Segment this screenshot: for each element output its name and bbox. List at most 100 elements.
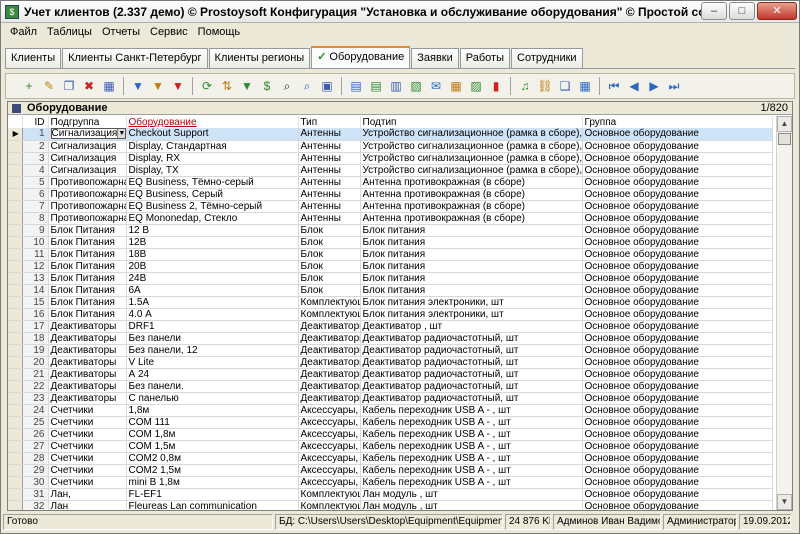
cell-equipment[interactable]: EQ Business, Серый bbox=[126, 188, 299, 201]
cell-id[interactable]: 32 bbox=[22, 500, 49, 510]
row-indicator[interactable] bbox=[8, 272, 23, 285]
copy-icon[interactable]: ❐ bbox=[60, 77, 78, 95]
cell-subgroup[interactable]: Счетчики bbox=[48, 440, 127, 453]
row-indicator[interactable] bbox=[8, 500, 23, 510]
cell-subtype[interactable]: Кабель переходник USB A - , шт bbox=[360, 452, 583, 465]
cell-id[interactable]: 21 bbox=[22, 368, 49, 381]
cell-subtype[interactable]: Кабель переходник USB A - , шт bbox=[360, 416, 583, 429]
refresh-icon[interactable]: ⟳ bbox=[198, 77, 216, 95]
cell-group[interactable]: Основное оборудование bbox=[582, 404, 773, 417]
cell-type[interactable]: Блок bbox=[298, 248, 361, 261]
row-indicator[interactable] bbox=[8, 452, 23, 465]
cell-type[interactable]: Антенны bbox=[298, 140, 361, 153]
cell-group[interactable]: Основное оборудование bbox=[582, 152, 773, 165]
cell-id[interactable]: 7 bbox=[22, 200, 49, 213]
cell-type[interactable]: Комплектующ bbox=[298, 296, 361, 309]
chevron-down-icon[interactable]: ▼ bbox=[117, 129, 125, 139]
row-indicator[interactable] bbox=[8, 188, 23, 201]
find-icon[interactable]: ⌕ bbox=[278, 77, 296, 95]
cell-subgroup[interactable]: Счетчики bbox=[48, 464, 127, 477]
row-indicator[interactable] bbox=[8, 224, 23, 237]
prev-record-icon[interactable]: ◀ bbox=[625, 77, 643, 95]
filter-icon[interactable]: ▼ bbox=[129, 77, 147, 95]
cell-group[interactable]: Основное оборудование bbox=[582, 236, 773, 249]
cell-group[interactable]: Основное оборудование bbox=[582, 188, 773, 201]
scroll-thumb[interactable] bbox=[778, 133, 791, 145]
cell-equipment[interactable]: Display, Стандартная bbox=[126, 140, 299, 153]
sort-filter-icon[interactable]: ▼ bbox=[238, 77, 256, 95]
cell-id[interactable]: 3 bbox=[22, 152, 49, 165]
row-indicator[interactable] bbox=[8, 416, 23, 429]
table-row[interactable]: 31 Лан, FL-EF1 Комплектующ Лан модуль , шт Ос… bbox=[8, 488, 773, 501]
delete-icon[interactable]: ✖ bbox=[80, 77, 98, 95]
table-row[interactable]: 11 Блок Питания 18В Блок Блок питания Основно… bbox=[8, 248, 773, 261]
dollar-icon[interactable]: $ bbox=[258, 77, 276, 95]
cell-type[interactable]: Деактиваторы bbox=[298, 380, 361, 393]
row-indicator[interactable] bbox=[8, 392, 23, 405]
cell-group[interactable]: Основное оборудование bbox=[582, 164, 773, 177]
cell-type[interactable]: Аксессуары, bbox=[298, 416, 361, 429]
cell-type[interactable]: Блок bbox=[298, 224, 361, 237]
row-indicator[interactable] bbox=[8, 368, 23, 381]
row-indicator[interactable] bbox=[8, 404, 23, 417]
cell-id[interactable]: 1 bbox=[22, 128, 49, 141]
cell-id[interactable]: 26 bbox=[22, 428, 49, 441]
row-indicator[interactable] bbox=[8, 212, 23, 225]
cell-id[interactable]: 29 bbox=[22, 464, 49, 477]
table-row[interactable]: 27 Счетчики COM 1,5м Аксессуары, Кабель пере… bbox=[8, 440, 773, 453]
chart-icon[interactable]: ▮ bbox=[487, 77, 505, 95]
cell-id[interactable]: 25 bbox=[22, 416, 49, 429]
row-indicator[interactable] bbox=[8, 308, 23, 321]
cell-group[interactable]: Основное оборудование bbox=[582, 428, 773, 441]
link-icon[interactable]: ⛓ bbox=[536, 77, 554, 95]
preview-icon[interactable]: ▣ bbox=[318, 77, 336, 95]
cell-subgroup[interactable]: Блок Питания bbox=[48, 248, 127, 261]
table-row[interactable]: 6ПротивопожарнаяEQ Business, СерыйАнтенн… bbox=[8, 188, 773, 201]
cell-type[interactable]: Комплектующ bbox=[298, 488, 361, 501]
cell-equipment[interactable]: EQ Business 2, Тёмно-серый bbox=[126, 200, 299, 213]
cell-equipment[interactable]: COM 1,5м bbox=[126, 440, 299, 453]
tab-clients[interactable]: Клиенты bbox=[5, 48, 62, 68]
cell-subtype[interactable]: Деактиватор радиочастотный, шт bbox=[360, 380, 583, 393]
cell-subgroup[interactable]: Блок Питания bbox=[48, 272, 127, 285]
cell-subgroup[interactable]: Деактиваторы bbox=[48, 356, 127, 369]
row-indicator[interactable] bbox=[8, 380, 23, 393]
cell-type[interactable]: Антенны bbox=[298, 152, 361, 165]
cell-subtype[interactable]: Деактиватор радиочастотный, шт bbox=[360, 344, 583, 357]
cell-subtype[interactable]: Антенна противокражная (в сборе) bbox=[360, 188, 583, 201]
cell-subgroup[interactable]: Деактиваторы bbox=[48, 368, 127, 381]
table-row[interactable]: 15 Блок Питания 1.5А Комплектующ Блок питани… bbox=[8, 296, 773, 309]
cell-type[interactable]: Комплектующ bbox=[298, 308, 361, 321]
row-indicator[interactable] bbox=[8, 152, 23, 165]
close-button[interactable]: ✕ bbox=[757, 2, 797, 20]
table-row[interactable]: 22 Деактиваторы Без панели. Деактиваторы Деа… bbox=[8, 380, 773, 393]
table-row[interactable]: 19 Деактиваторы Без панели, 12 Деактиваторы… bbox=[8, 344, 773, 357]
cell-subgroup[interactable]: Счетчики bbox=[48, 416, 127, 429]
cell-subtype[interactable]: Блок питания электроники, шт bbox=[360, 308, 583, 321]
cell-type[interactable]: Аксессуары, bbox=[298, 440, 361, 453]
cell-subgroup[interactable]: Счетчики bbox=[48, 476, 127, 489]
column-header-subtype[interactable]: Подтип bbox=[360, 116, 583, 128]
report-icon[interactable]: ▧ bbox=[407, 77, 425, 95]
cell-equipment[interactable]: 12 В bbox=[126, 224, 299, 237]
cell-id[interactable]: 27 bbox=[22, 440, 49, 453]
cell-subtype[interactable]: Блок питания bbox=[360, 248, 583, 261]
cell-subtype[interactable]: Антенна противокражная (в сборе) bbox=[360, 176, 583, 189]
cell-subgroup[interactable]: Блок Питания bbox=[48, 236, 127, 249]
find-next-icon[interactable]: ⌕ bbox=[298, 77, 316, 95]
cell-type[interactable]: Блок bbox=[298, 236, 361, 249]
cell-group[interactable]: Основное оборудование bbox=[582, 284, 773, 297]
cell-equipment[interactable]: 1.5А bbox=[126, 296, 299, 309]
cell-id[interactable]: 9 bbox=[22, 224, 49, 237]
row-indicator[interactable] bbox=[8, 176, 23, 189]
cell-equipment[interactable]: Fleureas Lan communication bbox=[126, 500, 299, 510]
cell-type[interactable]: Деактиваторы bbox=[298, 320, 361, 333]
table-row[interactable]: 28 Счетчики COM2 0,8м Аксессуары, Кабель пер… bbox=[8, 452, 773, 465]
table-row[interactable]: 5ПротивопожарнаяEQ Business, Тёмно-серый… bbox=[8, 176, 773, 189]
row-indicator[interactable] bbox=[8, 476, 23, 489]
cell-equipment[interactable]: COM 1,8м bbox=[126, 428, 299, 441]
cell-group[interactable]: Основное оборудование bbox=[582, 320, 773, 333]
add-record-icon[interactable]: + bbox=[20, 77, 38, 95]
cell-equipment[interactable]: FL-EF1 bbox=[126, 488, 299, 501]
cell-group[interactable]: Основное оборудование bbox=[582, 416, 773, 429]
